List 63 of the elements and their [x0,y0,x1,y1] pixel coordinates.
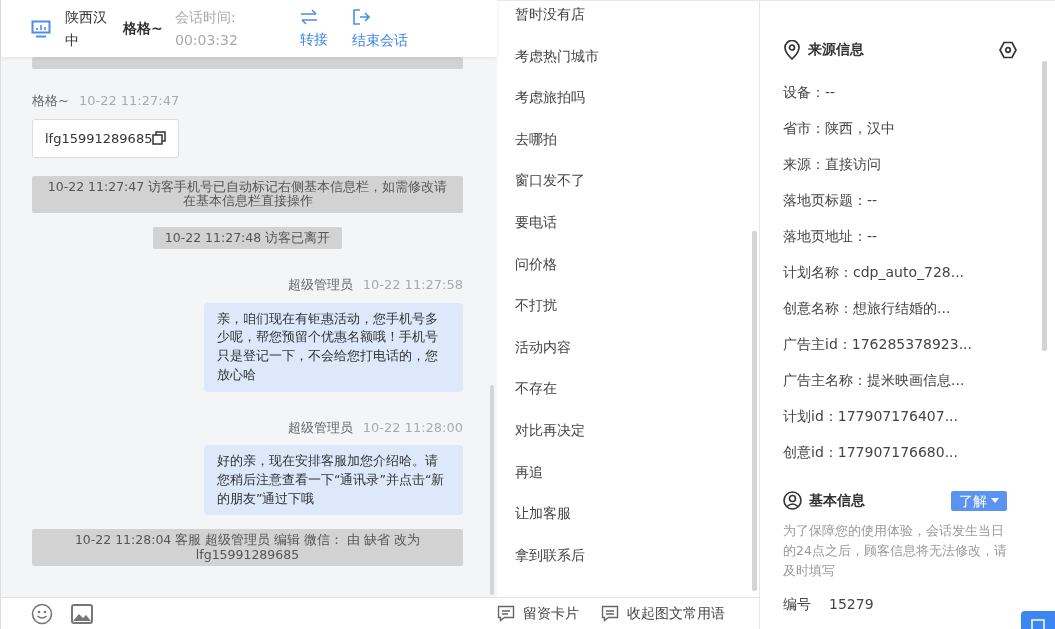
sender-name: 超级管理员 [287,276,353,295]
quick-phrase[interactable]: 让加客服 [515,505,571,522]
end-session-button[interactable]: 结束会话 [351,7,409,50]
message-text: lfg15991289685 [45,129,153,148]
info-field: 落地页标题：-- [783,192,878,208]
field-value: 15279 [829,595,874,614]
transfer-button[interactable]: 转接 [299,8,329,49]
info-field: 计划id：177907176407... [783,408,958,424]
notice-text: 为了保障您的使用体验，会话发生当日的24点之后，顾客信息将无法修改，请及时填写 [783,522,1008,580]
user-circle-icon [783,491,802,510]
message-time: 10-22 11:27:47 [78,92,180,110]
info-field: 创意名称：想旅行结婚的... [783,300,951,316]
quick-phrase[interactable]: 不打扰 [515,297,557,314]
caret-icon [991,498,999,503]
system-message: 10-22 11:28:04 客服 超级管理员 编辑 微信： 由 缺省 改为 lfg15991289685 [32,529,463,567]
quick-phrase[interactable]: 再追 [515,463,543,480]
duration-value: 00:03:32 [175,30,239,50]
field-label: 编号 [783,595,811,614]
quick-phrase[interactable]: 暂时没有店 [515,6,585,22]
info-field: 来源：直接访问 [783,156,881,172]
system-message: 10-22 11:27:48 访客已离开 [152,226,343,250]
quick-phrase[interactable]: 考虑热门城市 [515,47,599,64]
sender-name: 超级管理员 [287,418,353,437]
info-field: 省市：陕西，汉中 [783,120,895,136]
quick-phrase[interactable]: 活动内容 [515,338,571,355]
quick-phrase[interactable]: 对比再决定 [515,421,585,438]
quick-phrase[interactable]: 问价格 [515,255,557,272]
copy-icon[interactable] [152,131,167,146]
image-icon[interactable] [71,603,93,624]
info-field: 广告主id：176285378923... [783,336,972,352]
info-field: 落地页地址：-- [783,228,878,244]
quick-phrase[interactable]: 要电话 [515,213,557,230]
location-text: 陕西汉中 [65,8,108,50]
info-field: 计划名称：cdp_auto_728... [783,264,965,280]
section-title: 基本信息 [808,491,866,510]
quick-phrase[interactable]: 窗口发不了 [515,172,585,189]
message-bubble: 亲，咱们现在有钜惠活动，您手机号多少呢，帮您预留个优惠名额哦！手机号只是登记一下，不会给您打电话的，您放心哈 [204,302,463,392]
exit-icon [352,8,370,27]
section-title: 来源信息 [807,40,865,59]
info-field: 设备：-- [783,84,836,100]
comment-icon [497,605,515,622]
comment-icon [601,605,619,622]
quick-phrase[interactable]: 拿到联系后 [515,546,585,563]
quick-phrase[interactable]: 考虑旅拍吗 [515,89,585,106]
location-pin-icon [783,39,801,60]
quick-phrase[interactable]: 不存在 [515,380,557,397]
message-time: 10-22 11:28:00 [362,418,463,437]
system-message: 10-22 11:27:47 访客手机号已自动标记右侧基本信息栏，如需修改请在基本信息栏直接操作 [32,176,463,213]
settings-icon[interactable] [999,40,1017,59]
emoji-icon[interactable] [31,602,53,625]
info-field: 创意id：177907176680... [783,444,958,460]
duration-label: 会话时间: [175,8,237,28]
info-field: 广告主名称：提米映画信息... [783,372,965,388]
message-bubble: 好的亲，现在安排客服加您介绍哈。请您稍后注意查看一下“通讯录”并点击“新的朋友”通过下哦 [204,445,463,516]
lead-card-button[interactable]: 留资卡片 [497,603,579,624]
collapse-phrases-button[interactable]: 收起图文常用语 [601,603,725,624]
quick-phrase[interactable]: 去哪拍 [515,130,557,147]
swap-icon [300,9,318,26]
visitor-name: 格格~ [123,19,163,38]
monitor-icon [31,19,51,38]
message-time: 10-22 11:27:58 [362,276,463,295]
sender-name: 格格~ [32,92,69,110]
chat-icon [1031,618,1045,629]
